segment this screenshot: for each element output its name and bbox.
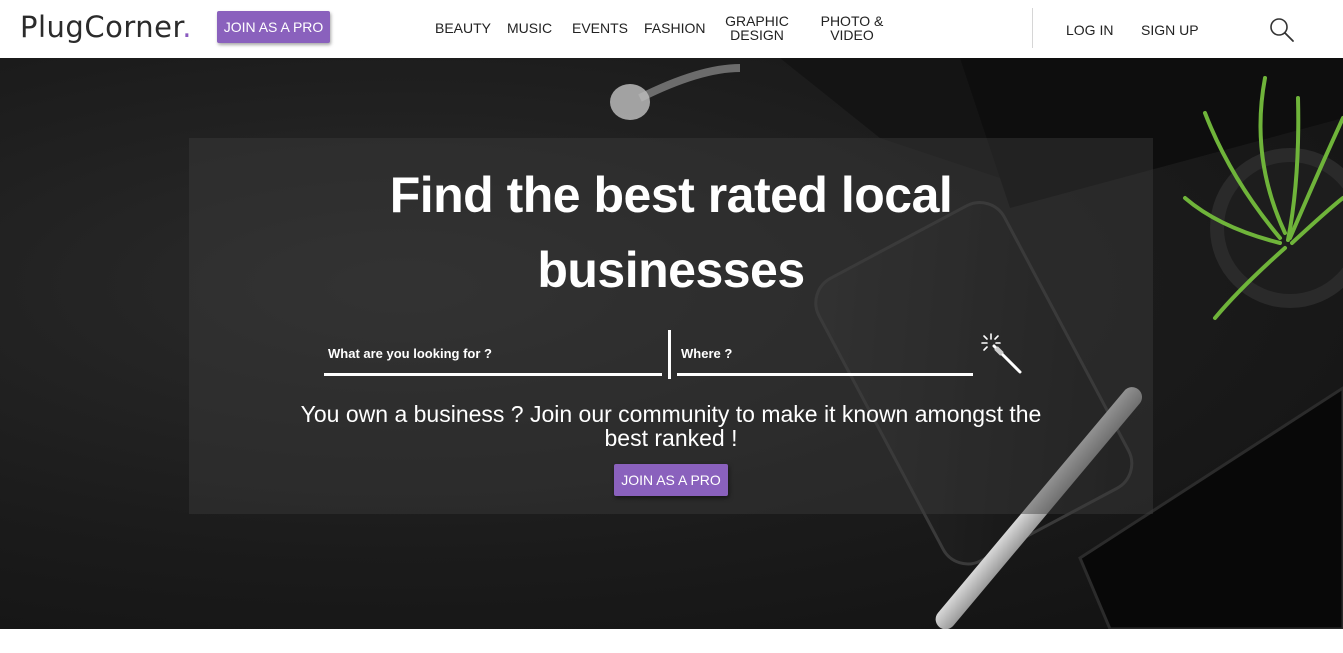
nav-fashion[interactable]: FASHION [644, 21, 705, 35]
logo-dot: . [182, 10, 192, 44]
search-separator [668, 330, 671, 379]
logo-text: PlugCorner [20, 10, 183, 44]
hero-join-as-pro-button[interactable]: JOIN AS A PRO [614, 464, 728, 496]
nav-photo-video-line1: PHOTO & [820, 13, 884, 29]
headline-line2: businesses [537, 242, 805, 298]
search-panel: Find the best rated local businesses You… [189, 138, 1153, 514]
header-divider [1032, 8, 1033, 48]
login-link[interactable]: LOG IN [1066, 22, 1113, 38]
magic-wand-icon[interactable] [980, 332, 1024, 376]
business-invite-line2: best ranked ! [604, 425, 738, 451]
nav-events[interactable]: EVENTS [572, 21, 628, 35]
where-field [677, 330, 973, 376]
nav-graphic-design-line1: GRAPHIC [725, 13, 789, 29]
nav-music[interactable]: MUSIC [507, 21, 552, 35]
nav-beauty[interactable]: BEAUTY [435, 21, 491, 35]
nav-graphic-design[interactable]: GRAPHIC DESIGN [722, 14, 792, 42]
headline-line1: Find the best rated local [389, 167, 953, 223]
where-input[interactable] [677, 330, 973, 373]
site-header: PlugCorner. JOIN AS A PRO BEAUTY MUSIC E… [0, 0, 1343, 58]
hero-section: Find the best rated local businesses You… [0, 58, 1343, 629]
nav-photo-video[interactable]: PHOTO & VIDEO [816, 14, 888, 42]
what-input[interactable] [324, 330, 662, 373]
nav-photo-video-line2: VIDEO [830, 27, 874, 43]
business-invite-line1: You own a business ? Join our community … [300, 401, 1042, 427]
signup-link[interactable]: SIGN UP [1141, 22, 1199, 38]
logo[interactable]: PlugCorner. [20, 10, 192, 44]
nav-graphic-design-line2: DESIGN [730, 27, 784, 43]
join-as-pro-button[interactable]: JOIN AS A PRO [217, 11, 330, 43]
business-invite-text: You own a business ? Join our community … [189, 402, 1153, 450]
search-icon[interactable] [1268, 16, 1296, 44]
what-field [324, 330, 662, 376]
hero-headline: Find the best rated local businesses [189, 158, 1153, 308]
